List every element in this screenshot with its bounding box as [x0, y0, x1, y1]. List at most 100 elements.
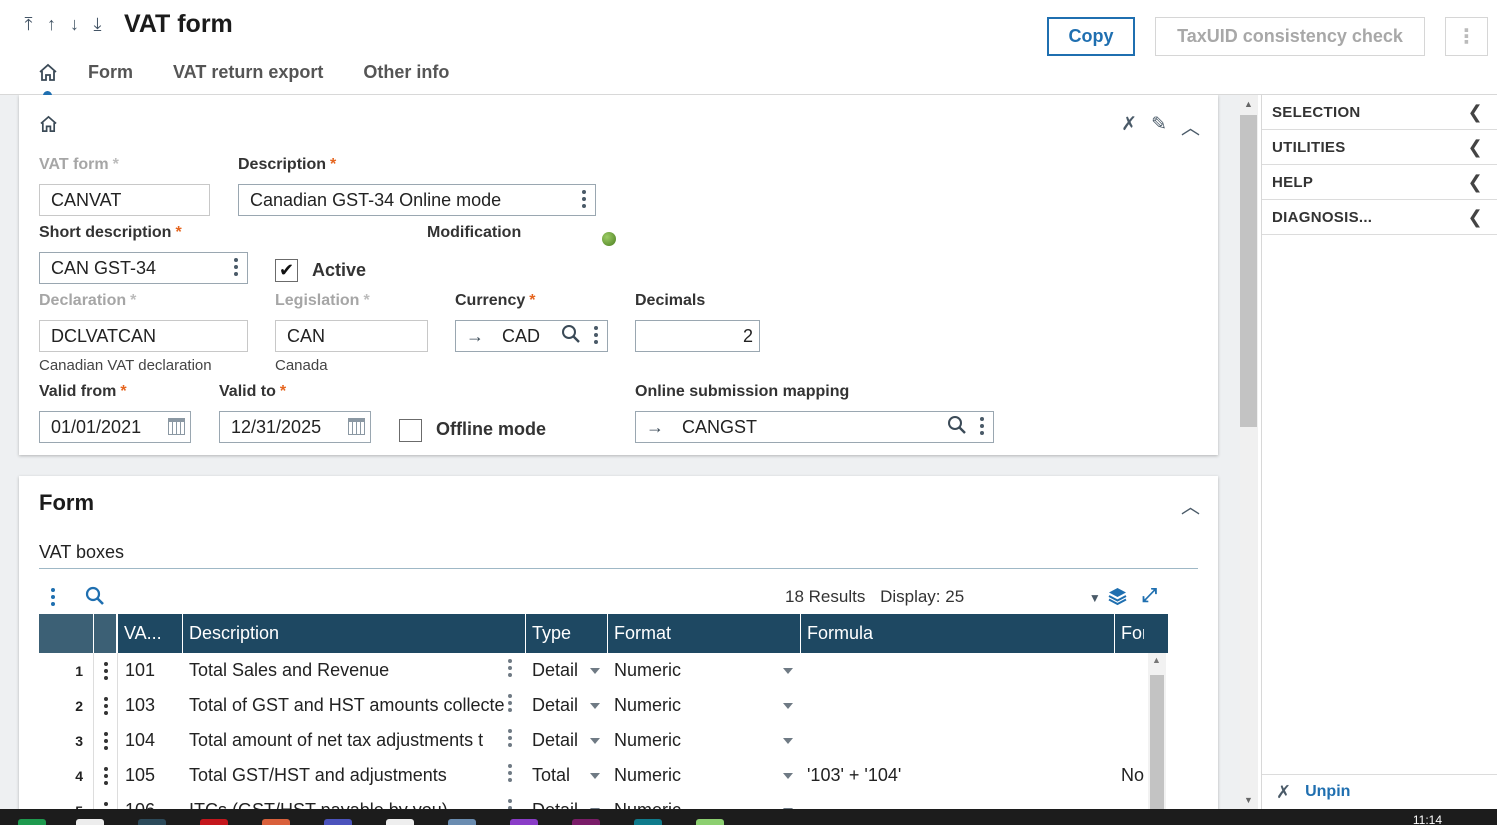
currency-menu-icon[interactable]: [594, 326, 598, 344]
panel-item-help[interactable]: HELP ❮: [1262, 165, 1497, 200]
cell-description[interactable]: Total GST/HST and adjustments: [183, 758, 526, 793]
cell-format[interactable]: Numeric: [608, 688, 801, 723]
cell-for[interactable]: [1115, 688, 1144, 723]
table-row[interactable]: 4 105 Total GST/HST and adjustments Tota…: [39, 758, 1168, 793]
valid-from-field[interactable]: 01/01/2021: [39, 411, 191, 443]
scroll-up-icon[interactable]: ▲: [1152, 655, 1161, 665]
online-mapping-link-arrow-icon[interactable]: →: [646, 417, 664, 438]
taskbar-app-icon[interactable]: [696, 819, 724, 825]
currency-link-arrow-icon[interactable]: →: [466, 326, 484, 347]
grid-scrollbar[interactable]: ▲: [1148, 653, 1166, 809]
short-description-menu-icon[interactable]: [234, 258, 238, 276]
row-menu-icon[interactable]: [94, 653, 118, 688]
cell-description[interactable]: Total Sales and Revenue: [183, 653, 526, 688]
first-record-icon[interactable]: ⤒: [20, 14, 37, 35]
cell-formula[interactable]: [801, 688, 1115, 723]
table-row[interactable]: 3 104 Total amount of net tax adjustment…: [39, 723, 1168, 758]
scroll-down-icon[interactable]: ▼: [1244, 795, 1253, 805]
tab-form[interactable]: Form: [88, 62, 133, 83]
cell-description[interactable]: Total amount of net tax adjustments t: [183, 723, 526, 758]
cell-va[interactable]: 101: [118, 653, 183, 688]
cell-formula[interactable]: [801, 723, 1115, 758]
row-menu-icon[interactable]: [94, 793, 118, 809]
cell-format[interactable]: Numeric: [608, 723, 801, 758]
active-checkbox[interactable]: ✔: [275, 259, 298, 282]
tab-home[interactable]: [30, 63, 66, 100]
cell-for[interactable]: [1115, 793, 1144, 809]
cell-type[interactable]: Total: [526, 758, 608, 793]
tab-vat-return-export[interactable]: VAT return export: [173, 62, 323, 83]
calendar-icon[interactable]: [348, 418, 365, 435]
row-menu-icon[interactable]: [94, 723, 118, 758]
offline-mode-checkbox[interactable]: [399, 419, 422, 442]
cell-for[interactable]: [1115, 723, 1144, 758]
next-record-icon[interactable]: ↓: [66, 14, 83, 35]
online-mapping-search-icon[interactable]: [947, 415, 967, 440]
column-header-formula[interactable]: Formula: [801, 614, 1115, 653]
cell-va[interactable]: 106: [118, 793, 183, 809]
taskbar-app-icon[interactable]: [262, 819, 290, 825]
column-header-type[interactable]: Type: [526, 614, 608, 653]
column-header-description[interactable]: Description: [183, 614, 526, 653]
table-row[interactable]: 1 101 Total Sales and Revenue Detail Num…: [39, 653, 1168, 688]
taskbar-app-icon[interactable]: [324, 819, 352, 825]
column-header-format[interactable]: Format: [608, 614, 801, 653]
taskbar-app-icon[interactable]: [448, 819, 476, 825]
cell-format[interactable]: Numeric: [608, 653, 801, 688]
taskbar-app-icon[interactable]: [510, 819, 538, 825]
last-record-icon[interactable]: ⤓: [89, 14, 106, 35]
collapse-icon[interactable]: ︿: [1181, 492, 1200, 519]
pin-icon[interactable]: ✗: [1121, 113, 1137, 140]
taskbar-app-icon[interactable]: [386, 819, 414, 825]
calendar-icon[interactable]: [168, 418, 185, 435]
column-header-va[interactable]: VA...: [118, 614, 183, 653]
panel-item-utilities[interactable]: UTILITIES ❮: [1262, 130, 1497, 165]
cell-format[interactable]: Numeric: [608, 758, 801, 793]
previous-record-icon[interactable]: ↑: [43, 14, 60, 35]
edit-icon[interactable]: ✎: [1151, 113, 1167, 140]
taskbar-app-icon[interactable]: [76, 819, 104, 825]
online-mapping-field[interactable]: → CANGST: [635, 411, 994, 443]
page-scrollbar[interactable]: ▲ ▼: [1240, 95, 1258, 809]
cell-description[interactable]: ITCs (GST/HST payable by you): [183, 793, 526, 809]
table-row[interactable]: 5 106 ITCs (GST/HST payable by you) Deta…: [39, 793, 1168, 809]
online-mapping-menu-icon[interactable]: [980, 417, 984, 435]
scroll-up-icon[interactable]: ▲: [1244, 99, 1253, 109]
cell-formula[interactable]: [801, 653, 1115, 688]
display-select[interactable]: 25 ▼: [945, 587, 1101, 606]
cell-for[interactable]: No: [1115, 758, 1144, 793]
taskbar-app-icon[interactable]: [138, 819, 166, 825]
cell-type[interactable]: Detail: [526, 723, 608, 758]
table-row[interactable]: 2 103 Total of GST and HST amounts colle…: [39, 688, 1168, 723]
cell-type[interactable]: Detail: [526, 688, 608, 723]
grid-scrollbar-thumb[interactable]: [1150, 675, 1164, 809]
page-scrollbar-thumb[interactable]: [1240, 115, 1257, 427]
collapse-icon[interactable]: ︿: [1181, 113, 1200, 140]
decimals-field[interactable]: 2: [635, 320, 760, 352]
description-menu-icon[interactable]: [582, 190, 586, 208]
layers-icon[interactable]: [1107, 586, 1128, 611]
more-actions-button[interactable]: ⋮: [1445, 17, 1488, 56]
expand-icon[interactable]: ⤢: [1142, 585, 1157, 607]
currency-search-icon[interactable]: [561, 324, 581, 349]
cell-type[interactable]: Detail: [526, 793, 608, 809]
cell-for[interactable]: [1115, 653, 1144, 688]
taskbar-app-icon[interactable]: [200, 819, 228, 825]
unpin-button[interactable]: ✗ Unpin: [1262, 774, 1497, 809]
tab-other-info[interactable]: Other info: [363, 62, 449, 83]
taskbar-app-icon[interactable]: [18, 819, 46, 825]
currency-field[interactable]: → CAD: [455, 320, 608, 352]
short-description-field[interactable]: CAN GST-34: [39, 252, 248, 284]
grid-search-icon[interactable]: [85, 586, 105, 611]
cell-description[interactable]: Total of GST and HST amounts collecte: [183, 688, 526, 723]
panel-item-selection[interactable]: SELECTION ❮: [1262, 95, 1497, 130]
row-menu-icon[interactable]: [94, 688, 118, 723]
valid-to-field[interactable]: 12/31/2025: [219, 411, 371, 443]
cell-va[interactable]: 103: [118, 688, 183, 723]
grid-menu-icon[interactable]: [51, 588, 55, 606]
row-menu-icon[interactable]: [94, 758, 118, 793]
cell-format[interactable]: Numeric: [608, 793, 801, 809]
column-header-for[interactable]: For: [1115, 614, 1144, 653]
taskbar-app-icon[interactable]: [634, 819, 662, 825]
taskbar-app-icon[interactable]: [572, 819, 600, 825]
